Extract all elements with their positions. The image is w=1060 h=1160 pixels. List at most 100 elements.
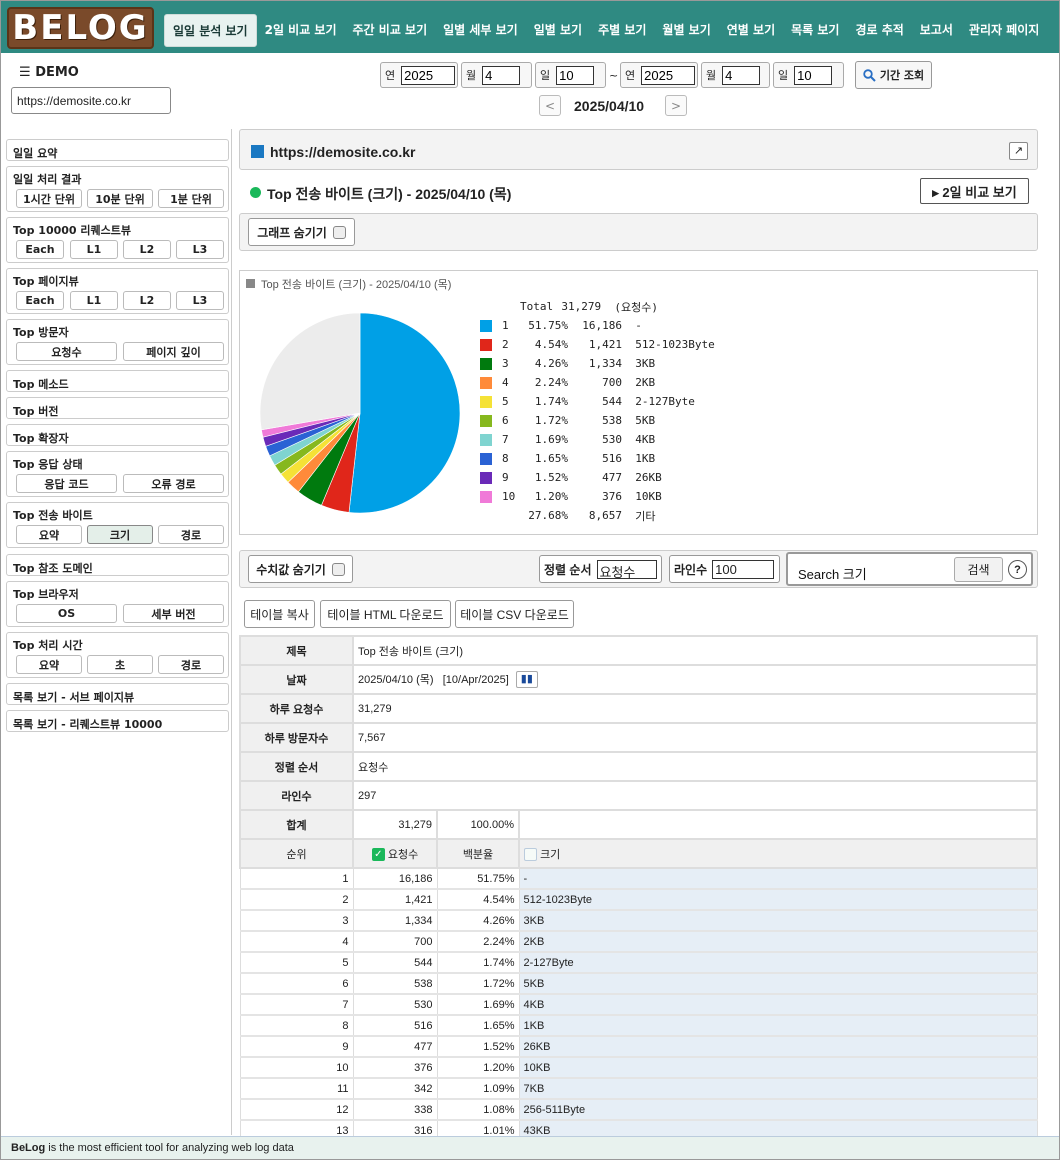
- legend-row: 1 51.75% 16,186 -: [480, 316, 725, 335]
- bytes-path-button[interactable]: 경로: [158, 525, 224, 544]
- prev-date-button[interactable]: <: [539, 95, 561, 116]
- bytes-summary-button[interactable]: 요약: [16, 525, 82, 544]
- status-code-button[interactable]: 응답 코드: [16, 474, 117, 493]
- copy-table-button[interactable]: 테이블 복사: [244, 600, 315, 628]
- search-input[interactable]: Search 크기: [792, 559, 952, 582]
- bytes-size-button[interactable]: 크기: [87, 525, 153, 544]
- col-requests-header[interactable]: ✓ 요청수: [352, 838, 438, 869]
- two-day-compare-button[interactable]: ▸ 2일 비교 보기: [920, 178, 1029, 204]
- html-download-button[interactable]: 테이블 HTML 다운로드: [320, 600, 451, 628]
- row-requests: 700: [352, 930, 438, 953]
- request-each-button[interactable]: Each: [16, 240, 64, 259]
- sidebar-top-referrer[interactable]: Top 참조 도메인: [6, 554, 229, 576]
- one-min-unit-button[interactable]: 1분 단위: [158, 189, 224, 208]
- legend-label: 26KB: [635, 471, 662, 484]
- pie-slice-1[interactable]: [348, 312, 461, 514]
- sort-order-select[interactable]: 요청수: [596, 559, 657, 580]
- row-size: 5KB: [518, 972, 1038, 995]
- hide-values-checkbox[interactable]: [331, 562, 345, 576]
- external-link-icon[interactable]: ↗: [1009, 142, 1028, 160]
- to-month-input[interactable]: [722, 65, 761, 85]
- nav-weekly-compare[interactable]: 주간 비교 보기: [345, 14, 436, 47]
- page-l1-button[interactable]: L1: [70, 291, 118, 310]
- sidebar-top-request: Top 10000 리퀘스트뷰 Each L1 L2 L3: [6, 217, 229, 263]
- sidebar-group-title: Top 10000 리퀘스트뷰: [13, 224, 132, 237]
- period-search-button[interactable]: 기간 조회: [855, 61, 932, 89]
- info-header: 정렬 순서: [239, 751, 354, 782]
- hide-graph-checkbox[interactable]: [332, 225, 346, 239]
- time-seconds-button[interactable]: 초: [87, 655, 153, 674]
- page-each-button[interactable]: Each: [16, 291, 64, 310]
- belog-logo[interactable]: BELOG: [7, 7, 154, 49]
- row-rank: 12: [239, 1098, 354, 1121]
- help-icon[interactable]: ?: [1008, 560, 1027, 579]
- from-month-input[interactable]: [482, 65, 521, 85]
- to-day-input[interactable]: [794, 65, 833, 85]
- legend-row: 2 4.54% 1,421 512-1023Byte: [480, 335, 725, 354]
- request-l1-button[interactable]: L1: [70, 240, 118, 259]
- line-count-input[interactable]: 100: [712, 559, 775, 579]
- nav-report[interactable]: 보고서: [912, 14, 961, 47]
- info-value: 297: [352, 780, 1038, 811]
- range-tilde: ~: [609, 69, 619, 82]
- error-path-button[interactable]: 오류 경로: [123, 474, 224, 493]
- ten-min-unit-button[interactable]: 10분 단위: [87, 189, 153, 208]
- next-date-button[interactable]: >: [665, 95, 687, 116]
- nav-by-year[interactable]: 연별 보기: [719, 14, 783, 47]
- hide-values-toggle[interactable]: 수치값 숨기기: [248, 555, 353, 583]
- row-size: -: [518, 867, 1038, 890]
- table-row: 1 16,186 51.75% -: [239, 867, 1038, 890]
- sidebar-list-subpage[interactable]: 목록 보기 - 서브 페이지뷰: [6, 683, 229, 705]
- from-day-input[interactable]: [556, 65, 595, 85]
- nav-admin[interactable]: 관리자 페이지: [961, 14, 1047, 47]
- pie-slice-other[interactable]: [259, 312, 361, 431]
- row-size: 512-1023Byte: [518, 888, 1038, 911]
- col-percent-header[interactable]: 백분율: [436, 838, 520, 869]
- col-size-header[interactable]: 크기: [518, 838, 1038, 869]
- visitor-requests-button[interactable]: 요청수: [16, 342, 117, 361]
- hide-graph-toggle[interactable]: 그래프 숨기기: [248, 218, 355, 246]
- site-menu-toggle[interactable]: ☰ DEMO: [19, 65, 79, 80]
- sidebar: 일일 요약 일일 처리 결과 1시간 단위 10분 단위 1분 단위 Top 1…: [6, 129, 232, 1135]
- nav-daily-analysis[interactable]: 일일 분석 보기: [164, 14, 257, 47]
- info-row-lines: 라인수 297: [239, 780, 1038, 811]
- bar-chart-icon[interactable]: ▮▮: [515, 671, 538, 689]
- row-rank: 7: [239, 993, 354, 1016]
- sidebar-top-extension[interactable]: Top 확장자: [6, 424, 229, 446]
- browser-version-button[interactable]: 세부 버전: [123, 604, 224, 623]
- page-l2-button[interactable]: L2: [123, 291, 171, 310]
- csv-download-button[interactable]: 테이블 CSV 다운로드: [455, 600, 574, 628]
- request-l2-button[interactable]: L2: [123, 240, 171, 259]
- col-rank-header[interactable]: 순위: [239, 838, 354, 869]
- sidebar-daily-summary[interactable]: 일일 요약: [6, 139, 229, 161]
- browser-os-button[interactable]: OS: [16, 604, 117, 623]
- legend-percent: 1.74%: [534, 395, 568, 408]
- nav-by-week[interactable]: 주별 보기: [590, 14, 654, 47]
- time-path-button[interactable]: 경로: [158, 655, 224, 674]
- nav-list-view[interactable]: 목록 보기: [783, 14, 847, 47]
- unchecked-checkbox-icon[interactable]: [524, 848, 537, 862]
- nav-by-month[interactable]: 월별 보기: [654, 14, 718, 47]
- visitor-depth-button[interactable]: 페이지 깊이: [123, 342, 224, 361]
- search-button[interactable]: 검색: [954, 557, 1003, 582]
- nav-path-trace[interactable]: 경로 추적: [847, 14, 911, 47]
- row-rank: 1: [239, 867, 354, 890]
- nav-two-day-compare[interactable]: 2일 비교 보기: [257, 14, 345, 47]
- info-header: 하루 방문자수: [239, 722, 354, 753]
- time-summary-button[interactable]: 요약: [16, 655, 82, 674]
- sidebar-top-method[interactable]: Top 메소드: [6, 370, 229, 392]
- legend-row: 27.68% 8,657 기타: [480, 506, 725, 525]
- sidebar-list-request[interactable]: 목록 보기 - 리퀘스트뷰 10000: [6, 710, 229, 732]
- sidebar-top-version[interactable]: Top 버전: [6, 397, 229, 419]
- hour-unit-button[interactable]: 1시간 단위: [16, 189, 82, 208]
- page-l3-button[interactable]: L3: [176, 291, 224, 310]
- nav-by-day[interactable]: 일별 보기: [526, 14, 590, 47]
- table-row: 2 1,421 4.54% 512-1023Byte: [239, 888, 1038, 911]
- request-l3-button[interactable]: L3: [176, 240, 224, 259]
- to-year-input[interactable]: [641, 65, 696, 85]
- site-url-field[interactable]: https://demosite.co.kr: [11, 87, 171, 114]
- from-year-input[interactable]: [401, 65, 456, 85]
- nav-daily-detail[interactable]: 일별 세부 보기: [435, 14, 526, 47]
- checked-checkbox-icon[interactable]: ✓: [371, 848, 385, 862]
- line-count-label: 라인수: [674, 562, 708, 577]
